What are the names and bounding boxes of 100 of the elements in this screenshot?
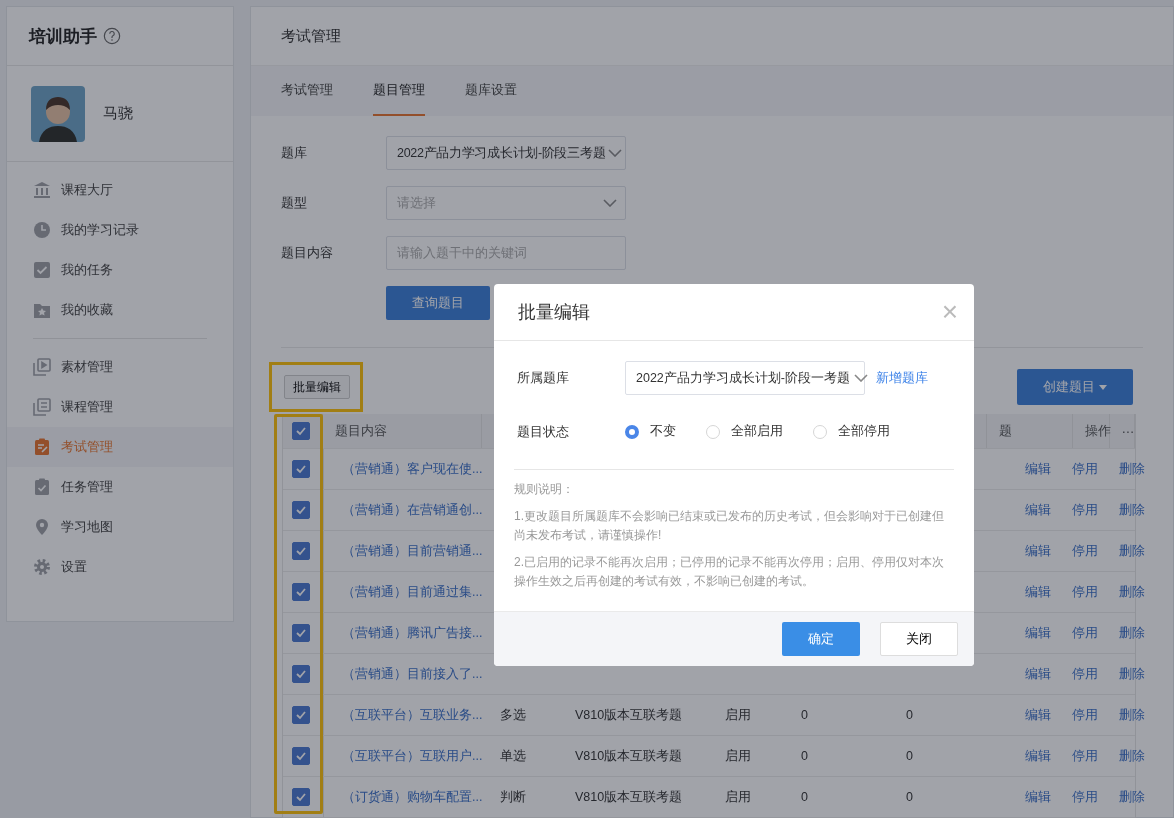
user-name: 马骁 [103,104,133,123]
radio-option[interactable]: 全部启用 [706,423,783,440]
column-header: 题 [999,422,1013,440]
query-button[interactable]: 查询题目 [386,286,490,320]
clock-icon [33,221,51,239]
sidebar-item[interactable]: 课程管理 [7,387,233,427]
check-icon [295,709,307,721]
rules-heading: 规则说明： [514,481,575,498]
check-icon [295,463,307,475]
checkbox[interactable] [292,624,310,642]
sidebar-item[interactable]: 我的收藏 [7,290,233,330]
checkbox[interactable] [292,460,310,478]
table-cell: 0 [906,749,913,763]
question-link[interactable]: （营销通）目前接入了... [342,665,483,683]
question-link[interactable]: （互联平台）互联业务... [342,706,483,724]
action-link[interactable]: 编辑 [1025,460,1051,478]
table-cell: 0 [906,708,913,722]
sidebar-item[interactable]: 考试管理 [7,427,233,467]
action-link[interactable]: 停用 [1072,460,1098,478]
action-link[interactable]: 停用 [1072,583,1098,601]
batch-edit-button[interactable]: 批量编辑 [284,375,350,399]
action-link[interactable]: 编辑 [1025,665,1051,683]
checkbox[interactable] [292,788,310,806]
star-icon [33,301,51,319]
question-link[interactable]: （营销通）目前营销通... [342,542,483,560]
check-icon [295,504,307,516]
dialog-title: 批量编辑 [518,301,590,324]
select-field[interactable]: 2022产品力学习成长计划-阶段一考题 [625,361,865,395]
user-avatar [31,85,85,142]
field-label: 题目状态 [516,423,570,441]
column-header: 操作 [1084,422,1111,440]
sidebar-item[interactable]: 课程大厅 [7,170,233,210]
action-link[interactable]: 停用 [1072,665,1098,683]
add-bank-link[interactable]: 新增题库 [876,369,928,387]
close-button[interactable]: × [941,298,958,326]
check-icon [33,261,51,279]
checkbox[interactable] [292,583,310,601]
question-link[interactable]: （订货通）购物车配置... [342,788,483,806]
checkbox[interactable] [292,665,310,683]
action-link[interactable]: 停用 [1072,706,1098,724]
action-link[interactable]: 删除 [1119,665,1145,683]
tab[interactable]: 题库设置 [465,66,517,116]
question-link[interactable]: （营销通）在营销通创... [342,501,483,519]
close-dialog-button[interactable]: 关闭 [880,622,958,656]
radio-option[interactable]: 全部停用 [813,423,890,440]
action-link[interactable]: 停用 [1072,788,1098,806]
help-icon[interactable] [103,27,121,45]
question-link[interactable]: （营销通）客户现在使... [342,460,483,478]
check-icon [295,586,307,598]
tab[interactable]: 题目管理 [373,66,425,116]
action-link[interactable]: 编辑 [1025,747,1051,765]
action-link[interactable]: 编辑 [1025,624,1051,642]
checkbox[interactable] [292,706,310,724]
table-cell: V810版本互联考题 [575,747,683,765]
checkbox[interactable] [292,542,310,560]
action-link[interactable]: 停用 [1072,542,1098,560]
action-link[interactable]: 编辑 [1025,542,1051,560]
action-link[interactable]: 停用 [1072,501,1098,519]
action-link[interactable]: 编辑 [1025,501,1051,519]
create-question-button[interactable]: 创建题目 [1017,369,1133,405]
action-link[interactable]: 编辑 [1025,583,1051,601]
action-link[interactable]: 编辑 [1025,706,1051,724]
field-label: 题型 [281,194,308,212]
action-link[interactable]: 删除 [1119,583,1145,601]
action-link[interactable]: 删除 [1119,542,1145,560]
field-label: 题目内容 [281,244,334,262]
checkbox[interactable] [292,501,310,519]
table-cell: 启用 [725,788,751,806]
action-link[interactable]: 删除 [1119,460,1145,478]
action-link[interactable]: 编辑 [1025,788,1051,806]
check-icon [295,425,307,437]
sidebar-item[interactable]: 素材管理 [7,347,233,387]
action-link[interactable]: 删除 [1119,501,1145,519]
action-link[interactable]: 停用 [1072,747,1098,765]
check-icon [295,791,307,803]
table-cell: 0 [801,749,808,763]
question-link[interactable]: （营销通）腾讯广告接... [342,624,483,642]
sidebar-item[interactable]: 学习地图 [7,507,233,547]
sidebar-item[interactable]: 我的学习记录 [7,210,233,250]
table-cell: 多选 [500,706,526,724]
checkbox[interactable] [292,422,310,440]
action-link[interactable]: 删除 [1119,788,1145,806]
checkbox[interactable] [292,747,310,765]
rule-text: 1.更改题目所属题库不会影响已结束或已发布的历史考试，但会影响对于已创建但尚未发布考试，请谨慎操作! [514,508,945,544]
select-field[interactable]: 2022产品力学习成长计划-阶段三考题 [386,136,626,170]
action-link[interactable]: 删除 [1119,706,1145,724]
confirm-button[interactable]: 确定 [782,622,860,656]
action-link[interactable]: 删除 [1119,624,1145,642]
action-link[interactable]: 停用 [1072,624,1098,642]
question-link[interactable]: （互联平台）互联用户... [342,747,483,765]
sidebar-item[interactable]: 我的任务 [7,250,233,290]
question-link[interactable]: （营销通）目前通过集... [342,583,483,601]
sidebar-item[interactable]: 任务管理 [7,467,233,507]
action-link[interactable]: 删除 [1119,747,1145,765]
check-icon [295,668,307,680]
play-icon [33,358,51,376]
tab[interactable]: 考试管理 [281,66,333,116]
table-cell: 0 [801,708,808,722]
radio-option[interactable]: 不变 [625,423,676,440]
sidebar-item[interactable]: 设置 [7,547,233,587]
